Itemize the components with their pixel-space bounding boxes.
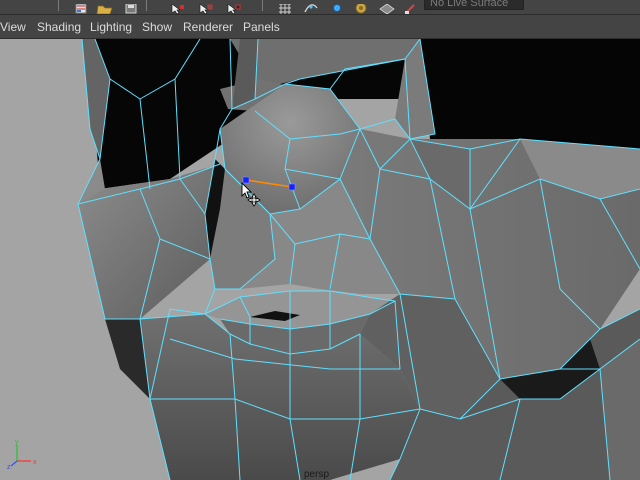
- head-mesh[interactable]: [0, 39, 640, 480]
- camera-label: persp: [304, 469, 330, 480]
- live-surface-field[interactable]: No Live Surface: [424, 0, 524, 10]
- paint-select-icon[interactable]: [224, 0, 242, 14]
- snap-grid-icon[interactable]: [276, 0, 294, 14]
- snap-point-icon[interactable]: [328, 0, 346, 12]
- axis-z-label: z: [7, 464, 11, 469]
- menu-show[interactable]: Show: [142, 15, 172, 39]
- open-folder-icon[interactable]: [96, 0, 114, 14]
- panel-menu-bar: View Shading Lighting Show Renderer Pane…: [0, 15, 640, 39]
- status-line: No Live Surface: [0, 0, 640, 15]
- menu-renderer[interactable]: Renderer: [183, 15, 233, 39]
- maya-window: No Live Surface View Shading Lighting Sh…: [0, 0, 640, 480]
- axis-x-label: x: [33, 459, 37, 466]
- separator: [58, 0, 59, 11]
- save-icon[interactable]: [122, 0, 140, 14]
- menu-lighting[interactable]: Lighting: [90, 15, 132, 39]
- move-cursor-icon: [241, 182, 261, 207]
- perspective-viewport[interactable]: y x z persp: [0, 39, 640, 480]
- snap-curve-icon[interactable]: [302, 0, 320, 13]
- axis-gizmo-icon: y x z: [7, 439, 37, 469]
- menu-panels[interactable]: Panels: [243, 15, 280, 39]
- menu-shading[interactable]: Shading: [37, 15, 81, 39]
- axis-y-label: y: [15, 439, 19, 446]
- separator: [146, 0, 147, 11]
- history-icon[interactable]: [402, 0, 420, 14]
- select-tool-icon[interactable]: [168, 0, 186, 14]
- lasso-tool-icon[interactable]: [196, 0, 214, 14]
- new-scene-icon[interactable]: [72, 0, 90, 14]
- separator: [262, 0, 263, 11]
- snap-surface-icon[interactable]: [352, 0, 370, 14]
- menu-view[interactable]: View: [0, 15, 26, 39]
- snap-plane-icon[interactable]: [378, 0, 396, 14]
